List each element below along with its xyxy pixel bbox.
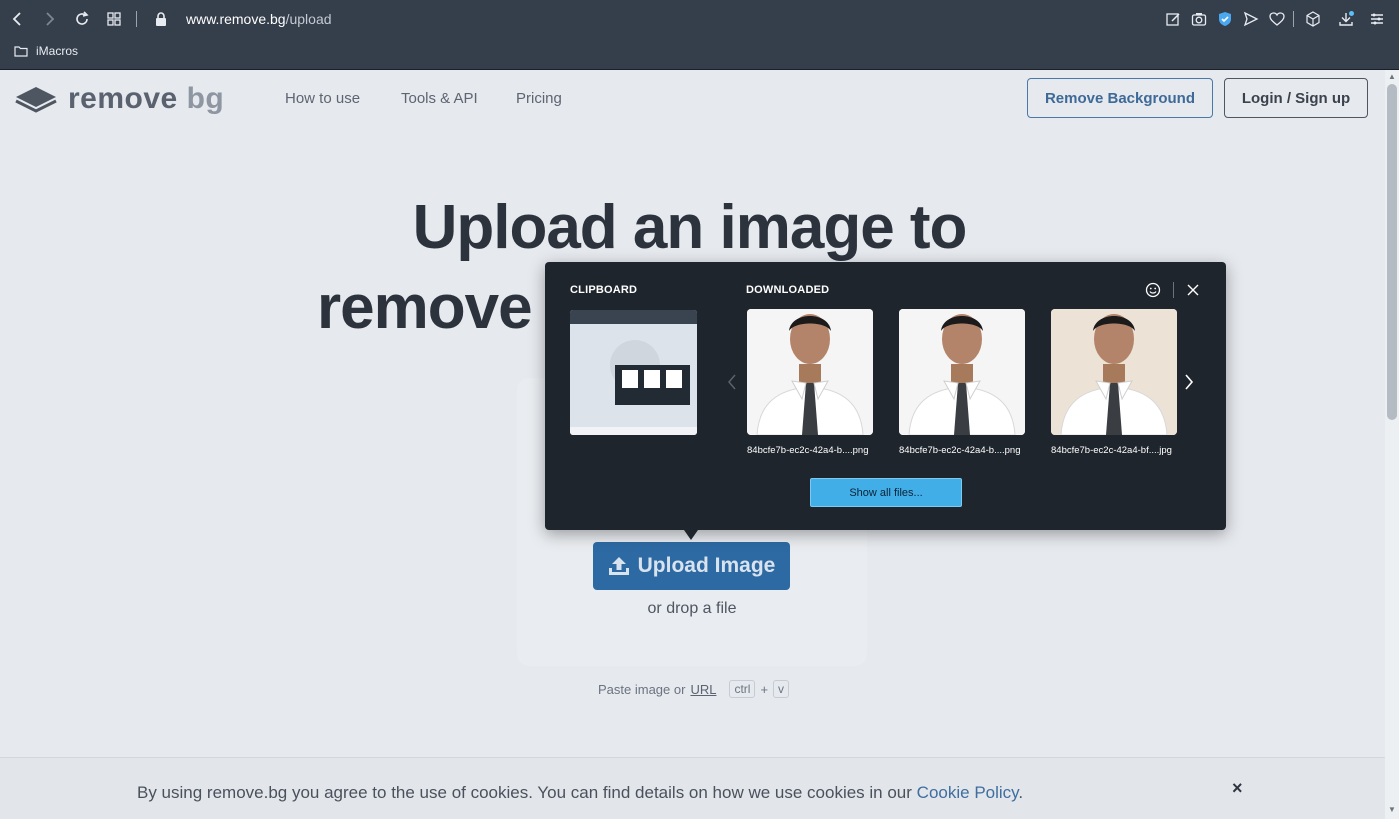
paste-prefix: Paste image or — [598, 681, 686, 697]
smiley-icon[interactable] — [1144, 281, 1162, 299]
popup-pointer — [684, 530, 698, 540]
upload-image-button[interactable]: Upload Image — [593, 542, 790, 590]
bookmarks-bar: iMacros — [0, 38, 1399, 69]
clipboard-title: CLIPBOARD — [570, 284, 638, 296]
downloaded-title: DOWNLOADED — [746, 284, 830, 296]
layers-logo-icon — [15, 87, 57, 113]
page-scrollbar[interactable]: ▲ ▼ — [1385, 70, 1399, 819]
scroll-thumb[interactable] — [1387, 84, 1397, 420]
tabs-grid-icon[interactable] — [103, 8, 125, 30]
reload-icon[interactable] — [71, 8, 93, 30]
toolbar-divider — [1293, 11, 1294, 27]
hero-title-line2: remove the background — [317, 273, 557, 342]
downloaded-file-item[interactable]: 84bcfe7b-ec2c-42a4-b....png — [747, 309, 873, 456]
upload-icon — [608, 557, 629, 575]
address-bar[interactable]: www.remove.bg/upload — [186, 11, 332, 27]
show-all-files-button[interactable]: Show all files... — [810, 478, 962, 507]
prev-arrow-icon[interactable] — [724, 372, 740, 392]
hero-title-line1: Upload an image to — [412, 193, 968, 262]
paste-hint: Paste image or URL ctrl + v — [598, 680, 790, 698]
send-icon[interactable] — [1240, 8, 1262, 30]
cookie-policy-link[interactable]: Cookie Policy — [917, 783, 1019, 802]
nav-tools-api[interactable]: Tools & API — [401, 90, 478, 107]
site-header: remove bg How to use Tools & API Pricing… — [0, 70, 1385, 128]
clipboard-screenshot-thumb[interactable] — [570, 310, 697, 435]
next-arrow-icon[interactable] — [1181, 372, 1197, 392]
scroll-down-icon[interactable]: ▼ — [1388, 805, 1396, 814]
forward-icon[interactable] — [38, 8, 60, 30]
file-name: 84bcfe7b-ec2c-42a4-b....png — [747, 445, 869, 456]
cookie-close-icon[interactable]: × — [1232, 778, 1243, 799]
file-thumbnail — [1051, 309, 1177, 435]
popup-divider — [1173, 282, 1174, 298]
browser-chrome: www.remove.bg/upload iMacros — [0, 0, 1399, 70]
kbd-plus: + — [760, 681, 769, 697]
url-path: /upload — [285, 11, 332, 27]
url-host: www.remove.bg — [186, 11, 286, 27]
cube-icon[interactable] — [1302, 8, 1324, 30]
back-icon[interactable] — [7, 8, 29, 30]
bookmark-label: iMacros — [36, 44, 79, 58]
kbd-v: v — [773, 680, 790, 698]
downloaded-file-item[interactable]: 84bcfe7b-ec2c-42a4-b....png — [899, 309, 1025, 456]
nav-how-to-use[interactable]: How to use — [285, 90, 360, 107]
downloaded-file-item[interactable]: 84bcfe7b-ec2c-42a4-bf....jpg — [1051, 309, 1177, 456]
logo-wordmark: remove bg — [68, 82, 225, 115]
drop-file-text: or drop a file — [647, 600, 737, 617]
file-thumbnail — [899, 309, 1025, 435]
edit-icon[interactable] — [1162, 8, 1184, 30]
menu-icon[interactable] — [1366, 8, 1388, 30]
bookmark-folder[interactable]: iMacros — [14, 44, 78, 58]
login-signup-button[interactable]: Login / Sign up — [1224, 78, 1368, 118]
site-logo[interactable]: remove bg — [14, 82, 224, 116]
toolbar-divider — [136, 11, 137, 27]
lock-icon[interactable] — [150, 8, 172, 30]
file-name: 84bcfe7b-ec2c-42a4-bf....jpg — [1051, 445, 1172, 456]
cookie-banner: By using remove.bg you agree to the use … — [0, 757, 1385, 819]
kbd-ctrl: ctrl — [729, 680, 756, 698]
scroll-up-icon[interactable]: ▲ — [1388, 72, 1396, 81]
upload-button-label: Upload Image — [637, 554, 776, 577]
download-icon[interactable] — [1335, 8, 1357, 30]
browser-toolbar: www.remove.bg/upload — [0, 0, 1399, 38]
camera-icon[interactable] — [1188, 8, 1210, 30]
file-thumbnail — [747, 309, 873, 435]
shield-icon[interactable] — [1214, 8, 1236, 30]
paste-url-link[interactable]: URL — [690, 682, 716, 697]
cookie-text: By using remove.bg you agree to the use … — [137, 783, 1024, 802]
folder-icon — [14, 46, 28, 57]
file-picker-popup: CLIPBOARD DOWNLOADED 84bcfe7b-ec2c-42a4-… — [545, 262, 1226, 530]
close-icon[interactable] — [1184, 281, 1202, 299]
heart-icon[interactable] — [1266, 8, 1288, 30]
nav-pricing[interactable]: Pricing — [516, 90, 562, 107]
remove-background-button[interactable]: Remove Background — [1027, 78, 1213, 118]
file-name: 84bcfe7b-ec2c-42a4-b....png — [899, 445, 1021, 456]
